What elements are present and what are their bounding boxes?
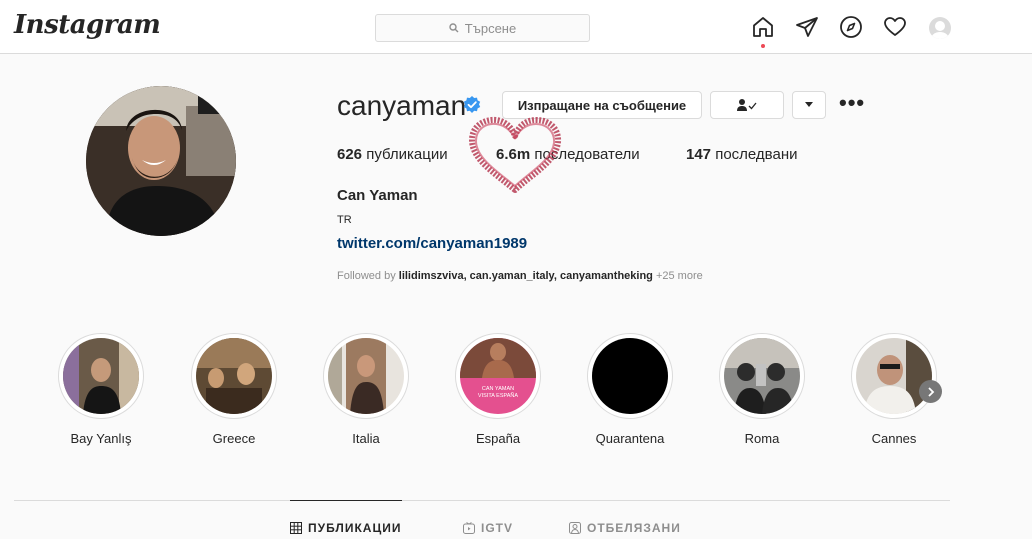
- tab-tagged[interactable]: ОТБЕЛЯЗАНИ: [569, 521, 681, 535]
- search-box[interactable]: Търсене: [375, 14, 590, 42]
- instagram-logo[interactable]: Instagram: [14, 10, 161, 40]
- highlight-label: Greece: [212, 431, 256, 446]
- highlight-thumbnail: [328, 338, 404, 414]
- tab-label: IGTV: [481, 521, 514, 535]
- profile-picture[interactable]: [86, 86, 236, 236]
- more-options-icon[interactable]: •••: [839, 92, 865, 114]
- direct-messages-icon[interactable]: [794, 14, 820, 40]
- explore-icon[interactable]: [838, 14, 864, 40]
- followed-by-more: +25 more: [655, 270, 703, 282]
- followed-by-text[interactable]: Followed by lilidimszviva, can.yaman_ita…: [337, 270, 703, 282]
- followed-by-prefix: Followed by: [337, 270, 396, 282]
- highlight-label: España: [475, 431, 521, 446]
- highlight-label: Cannes: [871, 431, 917, 446]
- posts-stat: 626 публикации: [337, 146, 448, 163]
- posts-label: публикации: [366, 146, 448, 163]
- followed-by-users: lilidimszviva, can.yaman_italy, canyaman…: [398, 270, 653, 282]
- espana-text-line-1: CAN YAMAN: [482, 386, 514, 392]
- active-tab-indicator: [290, 500, 402, 501]
- highlight-label: Italia: [352, 431, 380, 446]
- highlight-bay-yanlis[interactable]: Bay Yanlış: [58, 333, 144, 446]
- chevron-down-icon: [805, 102, 813, 107]
- highlight-thumbnail: [196, 338, 272, 414]
- verified-badge-icon: [463, 96, 481, 113]
- tab-label: ОТБЕЛЯЗАНИ: [587, 521, 681, 535]
- suggestions-dropdown-button[interactable]: [792, 91, 826, 119]
- highlight-roma[interactable]: Roma: [719, 333, 805, 446]
- highlight-espana[interactable]: CAN YAMAN VISITA ESPAÑA España: [455, 333, 541, 446]
- grid-icon: [290, 522, 302, 534]
- highlight-quarantena[interactable]: Quarantena: [587, 333, 673, 446]
- home-notification-dot: [761, 44, 765, 48]
- tagged-icon: [569, 522, 581, 534]
- tab-label: ПУБЛИКАЦИИ: [308, 521, 402, 535]
- drawn-heart-icon: [469, 116, 562, 193]
- highlight-greece[interactable]: Greece: [191, 333, 277, 446]
- search-placeholder: Търсене: [464, 20, 517, 36]
- profile-avatar-icon[interactable]: [927, 15, 953, 41]
- tab-igtv[interactable]: IGTV: [463, 521, 513, 535]
- highlight-thumbnail: [724, 338, 800, 414]
- highlight-cannes[interactable]: Cannes: [851, 333, 937, 446]
- following-button[interactable]: [710, 91, 784, 119]
- highlight-label: Roma: [744, 431, 780, 446]
- tab-publications[interactable]: ПУБЛИКАЦИИ: [290, 521, 401, 535]
- bio-text: TR: [337, 214, 352, 226]
- top-navigation-bar: Instagram Търсене: [0, 0, 1032, 54]
- igtv-icon: [463, 522, 475, 534]
- highlight-label: Bay Yanlış: [70, 431, 132, 446]
- highlight-italia[interactable]: Italia: [323, 333, 409, 446]
- activity-heart-icon[interactable]: [882, 14, 908, 40]
- highlight-thumbnail: [856, 338, 932, 414]
- posts-count: 626: [337, 146, 363, 163]
- highlight-thumbnail: [63, 338, 139, 414]
- following-count: 147: [686, 146, 712, 163]
- profile-username: canyaman: [337, 90, 467, 121]
- highlights-next-arrow-icon[interactable]: [919, 380, 942, 403]
- highlight-thumbnail: [592, 338, 668, 414]
- bio-link[interactable]: twitter.com/canyaman1989: [337, 235, 527, 252]
- espana-text-line-2: VISITA ESPAÑA: [478, 392, 518, 399]
- search-icon: [449, 23, 459, 33]
- full-name: Can Yaman: [337, 187, 418, 204]
- highlight-label: Quarantena: [595, 431, 665, 446]
- person-check-icon: [737, 99, 757, 111]
- following-stat[interactable]: 147 последвани: [686, 146, 798, 163]
- highlight-thumbnail: CAN YAMAN VISITA ESPAÑA: [460, 338, 536, 414]
- following-label: последвани: [715, 146, 798, 163]
- tabs-divider: [14, 500, 950, 501]
- home-icon[interactable]: [750, 14, 776, 40]
